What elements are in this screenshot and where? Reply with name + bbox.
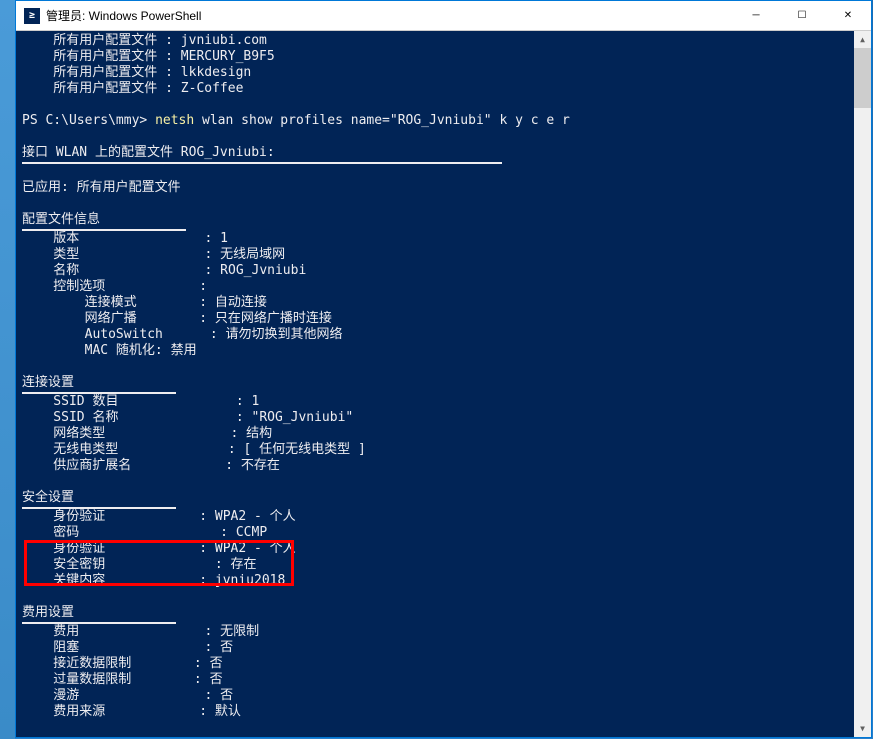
conn-info-row: SSID 数目 : 1 (22, 394, 848, 410)
sec-info-row: 关键内容 : jvniu2018 (22, 573, 848, 589)
powershell-window: ≥ 管理员: Windows PowerShell ─ ☐ ✕ 所有用户配置文件… (15, 0, 872, 738)
conn-info-row: SSID 名称 : "ROG_Jvniubi" (22, 410, 848, 426)
terminal-output[interactable]: 所有用户配置文件 : jvniubi.com 所有用户配置文件 : MERCUR… (16, 31, 854, 737)
scroll-thumb[interactable] (854, 48, 871, 108)
scroll-up-arrow[interactable]: ▲ (854, 31, 871, 48)
maximize-button[interactable]: ☐ (779, 1, 825, 31)
profile-info-row: 版本 : 1 (22, 231, 848, 247)
cost-info-row: 费用来源 : 默认 (22, 704, 848, 720)
section-heading-sec: 安全设置 (22, 490, 848, 509)
section-heading-conn: 连接设置 (22, 375, 848, 394)
minimize-button[interactable]: ─ (733, 1, 779, 31)
section-heading-profile: 配置文件信息 (22, 212, 848, 231)
powershell-icon: ≥ (24, 8, 40, 24)
applied-line: 已应用: 所有用户配置文件 (22, 180, 848, 196)
profile-line: 所有用户配置文件 : Z-Coffee (22, 81, 848, 97)
profile-line: 所有用户配置文件 : MERCURY_B9F5 (22, 49, 848, 65)
conn-info-row: 网络类型 : 结构 (22, 426, 848, 442)
close-button[interactable]: ✕ (825, 1, 871, 31)
profile-info-row: 类型 : 无线局域网 (22, 247, 848, 263)
netsh-command: netsh (155, 113, 194, 128)
profile-info-row: 控制选项 : (22, 279, 848, 295)
profile-info-row: 网络广播 : 只在网络广播时连接 (22, 311, 848, 327)
profile-info-row: 连接模式 : 自动连接 (22, 295, 848, 311)
sec-info-row: 身份验证 : WPA2 - 个人 (22, 541, 848, 557)
cost-info-row: 接近数据限制 : 否 (22, 656, 848, 672)
profile-info-row: MAC 随机化: 禁用 (22, 343, 848, 359)
sec-info-row: 密码 : CCMP (22, 525, 848, 541)
profile-info-row: 名称 : ROG_Jvniubi (22, 263, 848, 279)
cost-info-row: 费用 : 无限制 (22, 624, 848, 640)
cost-info-row: 阻塞 : 否 (22, 640, 848, 656)
prompt-line: PS C:\Users\mmy> (22, 736, 848, 737)
profile-line: 所有用户配置文件 : jvniubi.com (22, 33, 848, 49)
interface-heading: 接口 WLAN 上的配置文件 ROG_Jvniubi: (22, 145, 848, 164)
profile-line: 所有用户配置文件 : lkkdesign (22, 65, 848, 81)
conn-info-row: 无线电类型 : [ 任何无线电类型 ] (22, 442, 848, 458)
cost-info-row: 过量数据限制 : 否 (22, 672, 848, 688)
window-title: 管理员: Windows PowerShell (46, 7, 201, 24)
sec-info-row: 身份验证 : WPA2 - 个人 (22, 509, 848, 525)
conn-info-row: 供应商扩展名 : 不存在 (22, 458, 848, 474)
command-line: PS C:\Users\mmy> netsh wlan show profile… (22, 113, 848, 129)
cost-info-row: 漫游 : 否 (22, 688, 848, 704)
section-heading-cost: 费用设置 (22, 605, 848, 624)
scroll-track[interactable] (854, 48, 871, 720)
scroll-down-arrow[interactable]: ▼ (854, 720, 871, 737)
profile-info-row: AutoSwitch : 请勿切换到其他网络 (22, 327, 848, 343)
desktop-background (0, 0, 15, 739)
titlebar[interactable]: ≥ 管理员: Windows PowerShell ─ ☐ ✕ (16, 1, 871, 31)
scrollbar[interactable]: ▲ ▼ (854, 31, 871, 737)
sec-info-row: 安全密钥 : 存在 (22, 557, 848, 573)
